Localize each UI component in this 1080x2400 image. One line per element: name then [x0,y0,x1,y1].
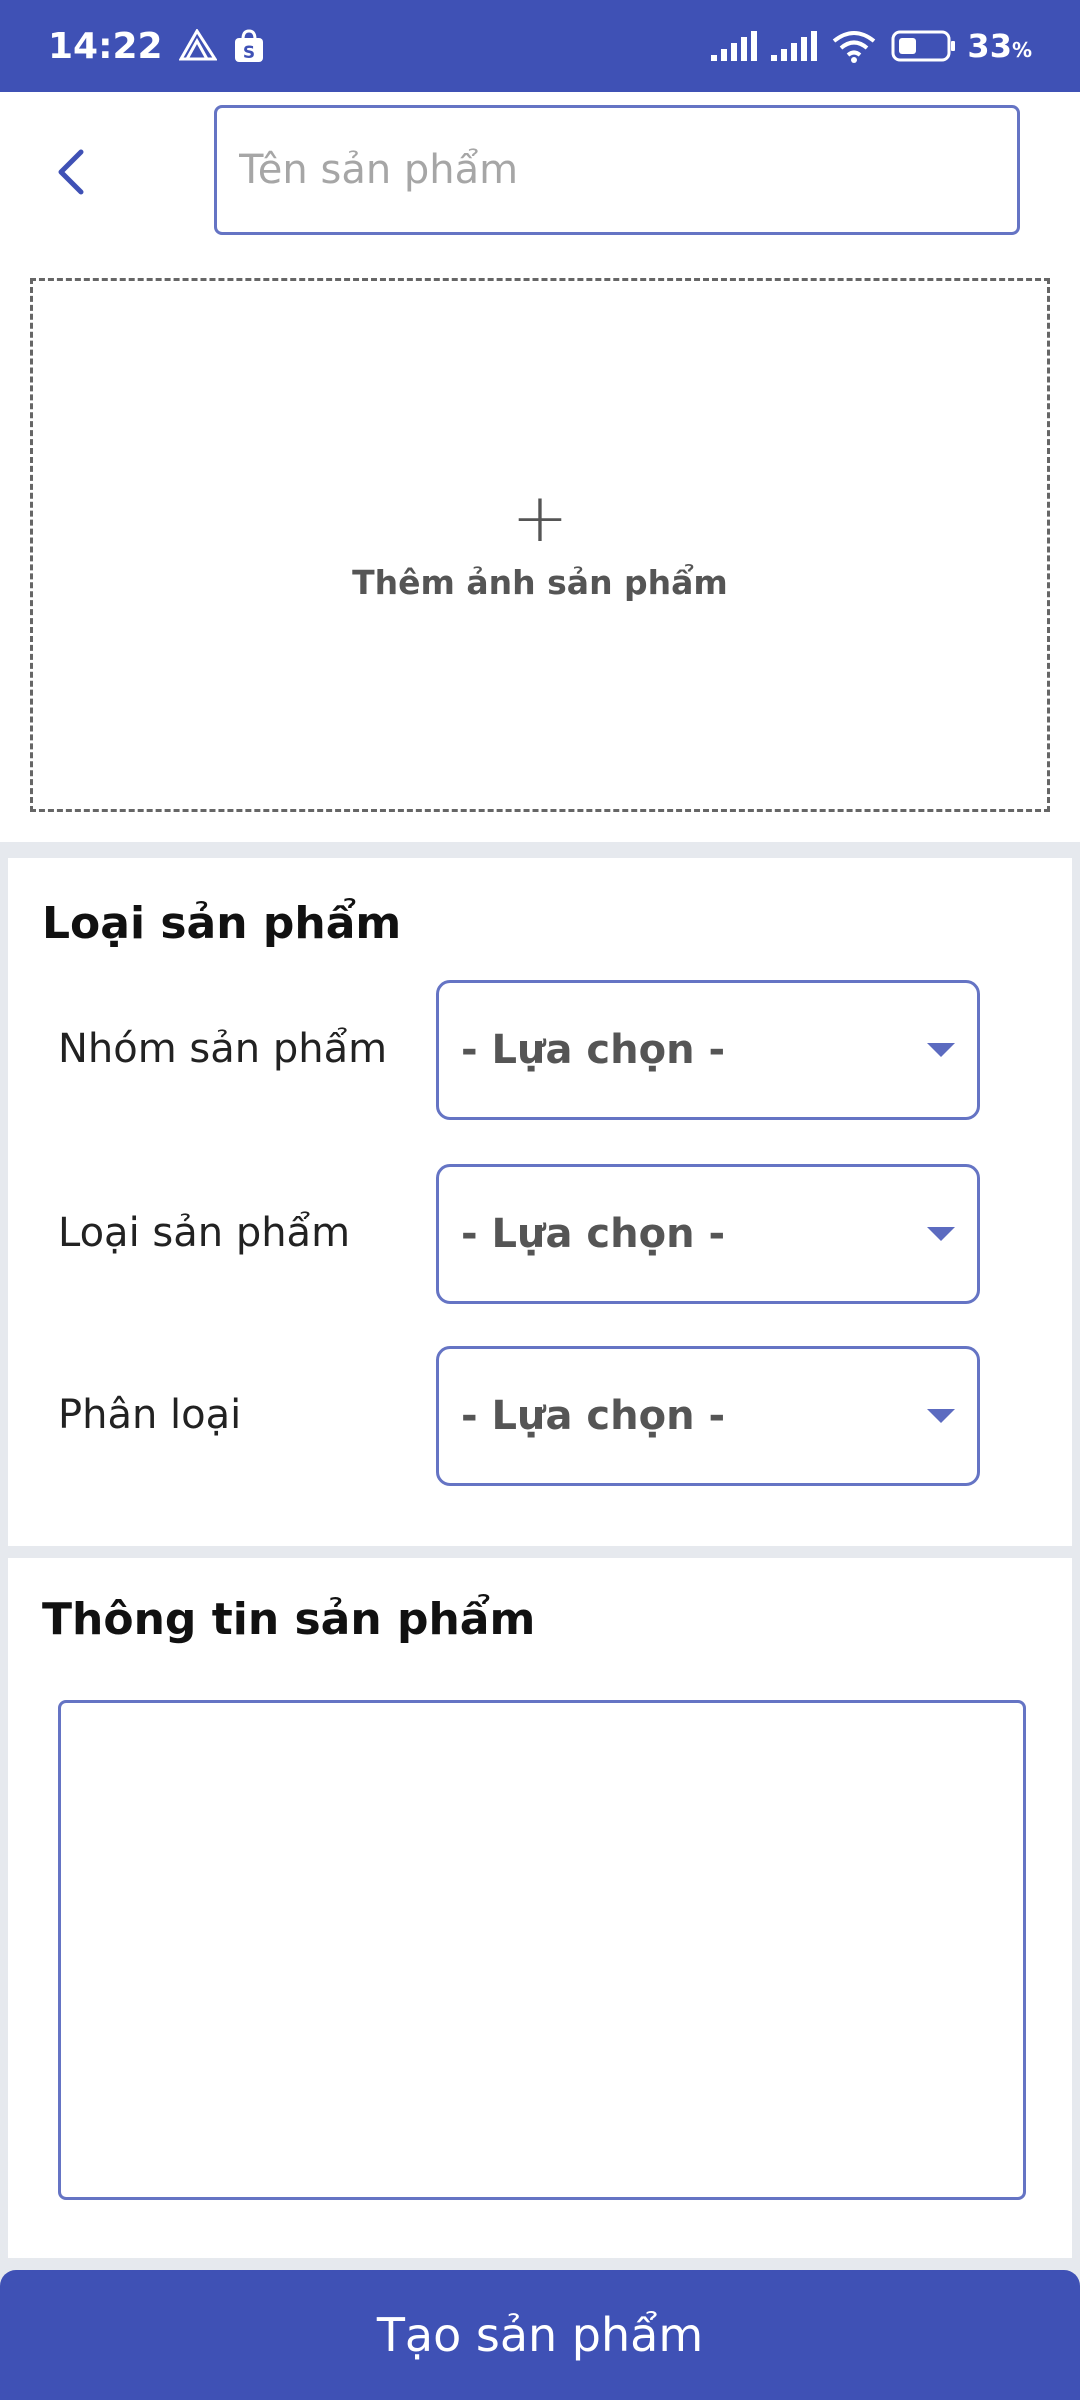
product-info-card: Thông tin sản phẩm [8,1558,1072,2258]
battery-unit: % [1011,38,1032,62]
classification-select[interactable]: - Lựa chọn - [436,1346,980,1486]
status-time: 14:22 [48,25,163,67]
category-card: Loại sản phẩm Nhóm sản phẩm - Lựa chọn -… [8,858,1072,1546]
product-type-label: Loại sản phẩm [58,1210,351,1256]
status-right: 33% [697,27,1032,65]
photo-section: + Thêm ảnh sản phẩm [0,270,1080,842]
add-photo-area[interactable]: + Thêm ảnh sản phẩm [30,278,1050,812]
chevron-down-icon [927,1227,955,1241]
chevron-down-icon [927,1043,955,1057]
svg-text:S: S [242,43,254,63]
shopee-icon: S [233,29,265,63]
add-photo-label: Thêm ảnh sản phẩm [352,562,728,602]
product-type-select[interactable]: - Lựa chọn - [436,1164,980,1304]
wifi-icon [831,29,877,63]
create-product-button[interactable]: Tạo sản phẩm [0,2270,1080,2400]
status-left: 14:22 S [48,26,265,67]
screen: 14:22 S 33% Tên sản phẩm + Thêm ảnh sản … [0,0,1080,2400]
battery-percentage: 33% [967,27,1032,65]
battery-value: 33 [967,27,1012,65]
plus-icon: + [511,478,569,558]
header [0,92,1080,270]
battery-icon [891,30,957,62]
product-type-value: - Lựa chọn - [461,1211,726,1257]
classification-value: - Lựa chọn - [461,1393,726,1439]
chevron-left-icon [58,149,84,195]
product-group-label: Nhóm sản phẩm [58,1026,388,1072]
classification-label: Phân loại [58,1392,242,1438]
product-info-title: Thông tin sản phẩm [42,1594,536,1645]
product-name-input[interactable] [214,105,1020,235]
chevron-down-icon [927,1409,955,1423]
category-title: Loại sản phẩm [42,898,402,949]
product-info-textarea[interactable] [58,1700,1026,2200]
product-group-value: - Lựa chọn - [461,1027,726,1073]
signal-icon [771,31,818,61]
send-app-icon [178,29,217,63]
signal-icon [711,31,758,61]
product-group-select[interactable]: - Lựa chọn - [436,980,980,1120]
status-bar: 14:22 S 33% [0,0,1080,92]
back-button[interactable] [40,132,100,212]
